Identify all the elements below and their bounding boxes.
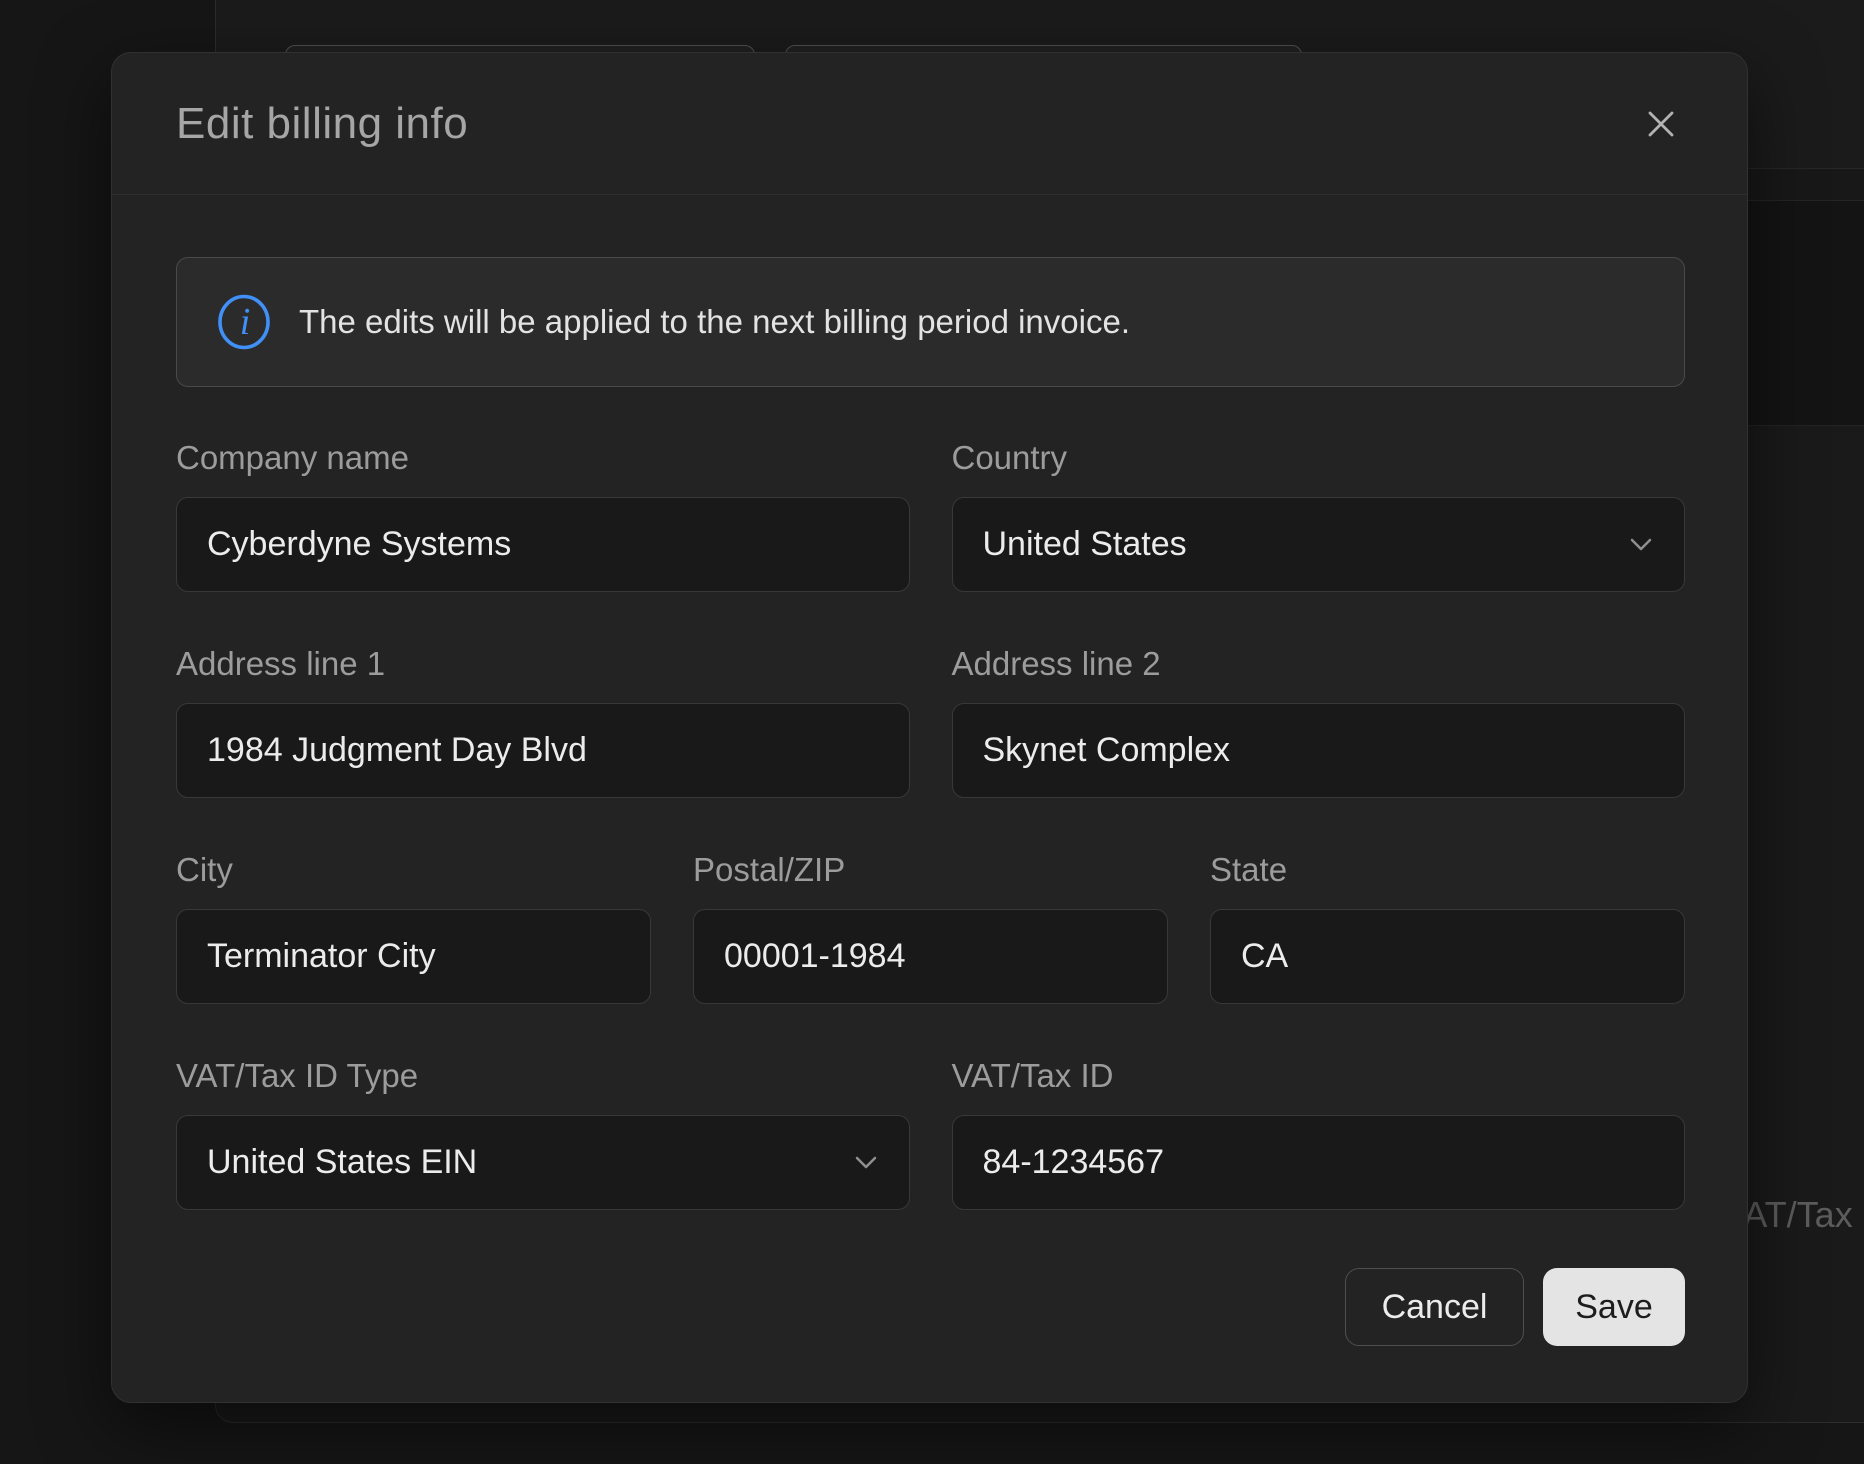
field-group-address2: Address line 2 xyxy=(952,644,1686,798)
address2-input[interactable] xyxy=(952,703,1686,798)
info-banner-message: The edits will be applied to the next bi… xyxy=(299,303,1130,341)
country-selected-value: United States xyxy=(983,525,1187,564)
dialog-body: i The edits will be applied to the next … xyxy=(112,195,1747,1210)
field-group-address1: Address line 1 xyxy=(176,644,910,798)
postal-zip-input[interactable] xyxy=(693,909,1168,1004)
chevron-down-icon xyxy=(1630,538,1652,551)
vat-id-label: VAT/Tax ID xyxy=(952,1056,1686,1096)
address1-label: Address line 1 xyxy=(176,644,910,684)
info-icon: i xyxy=(217,294,271,350)
state-input[interactable] xyxy=(1210,909,1685,1004)
company-name-label: Company name xyxy=(176,438,910,478)
field-group-country: Country United States xyxy=(952,438,1686,592)
vat-type-selected-value: United States EIN xyxy=(207,1143,477,1182)
city-input[interactable] xyxy=(176,909,651,1004)
city-label: City xyxy=(176,850,651,890)
save-button[interactable]: Save xyxy=(1543,1268,1685,1346)
chevron-down-icon xyxy=(855,1156,877,1169)
edit-billing-info-dialog: Edit billing info i The edits will be ap… xyxy=(111,52,1748,1403)
dialog-header: Edit billing info xyxy=(112,53,1747,195)
form-row-1: Company name Country United States xyxy=(176,438,1685,592)
state-label: State xyxy=(1210,850,1685,890)
svg-text:i: i xyxy=(240,301,251,343)
field-group-postal: Postal/ZIP xyxy=(693,850,1168,1004)
field-group-state: State xyxy=(1210,850,1685,1004)
vat-type-select[interactable]: United States EIN xyxy=(176,1115,910,1210)
address2-label: Address line 2 xyxy=(952,644,1686,684)
vat-id-input[interactable] xyxy=(952,1115,1686,1210)
country-select[interactable]: United States xyxy=(952,497,1686,592)
form-row-3: City Postal/ZIP State xyxy=(176,850,1685,1004)
cancel-button[interactable]: Cancel xyxy=(1345,1268,1524,1346)
vat-type-label: VAT/Tax ID Type xyxy=(176,1056,910,1096)
postal-zip-label: Postal/ZIP xyxy=(693,850,1168,890)
form-row-4: VAT/Tax ID Type United States EIN VAT/Ta… xyxy=(176,1056,1685,1210)
company-name-input[interactable] xyxy=(176,497,910,592)
field-group-city: City xyxy=(176,850,651,1004)
close-button[interactable] xyxy=(1639,102,1683,146)
close-icon xyxy=(1644,107,1678,141)
info-banner: i The edits will be applied to the next … xyxy=(176,257,1685,387)
form-row-2: Address line 1 Address line 2 xyxy=(176,644,1685,798)
dialog-title: Edit billing info xyxy=(176,99,468,149)
dialog-footer: Cancel Save xyxy=(112,1268,1747,1346)
field-group-vat-id: VAT/Tax ID xyxy=(952,1056,1686,1210)
country-label: Country xyxy=(952,438,1686,478)
field-group-vat-type: VAT/Tax ID Type United States EIN xyxy=(176,1056,910,1210)
address1-input[interactable] xyxy=(176,703,910,798)
field-group-company-name: Company name xyxy=(176,438,910,592)
